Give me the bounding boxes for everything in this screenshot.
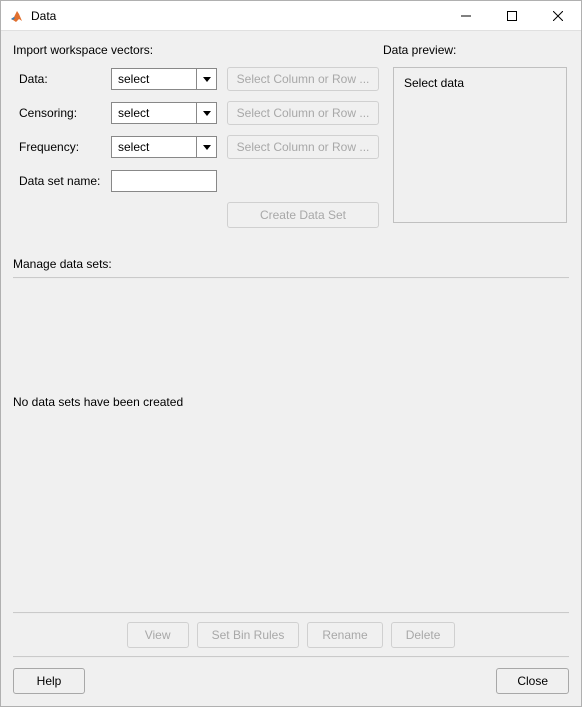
manage-buttons: View Set Bin Rules Rename Delete bbox=[13, 622, 569, 648]
set-bin-rules-button[interactable]: Set Bin Rules bbox=[197, 622, 300, 648]
chevron-down-icon bbox=[196, 137, 216, 157]
frequency-select-column-button[interactable]: Select Column or Row ... bbox=[227, 135, 379, 159]
close-dialog-button[interactable]: Close bbox=[496, 668, 569, 694]
frequency-select[interactable]: select bbox=[111, 136, 217, 158]
window-controls bbox=[443, 1, 581, 30]
datasetname-label: Data set name: bbox=[13, 174, 111, 188]
import-header: Import workspace vectors: bbox=[13, 43, 383, 57]
censoring-select-value: select bbox=[112, 106, 196, 120]
bottom-bar: Help Close bbox=[13, 658, 569, 694]
window-title: Data bbox=[31, 9, 443, 23]
frequency-select-value: select bbox=[112, 140, 196, 154]
divider bbox=[13, 612, 569, 614]
create-data-set-button[interactable]: Create Data Set bbox=[227, 202, 379, 228]
close-button[interactable] bbox=[535, 1, 581, 30]
datasetname-input[interactable] bbox=[111, 170, 217, 192]
minimize-button[interactable] bbox=[443, 1, 489, 30]
censoring-label: Censoring: bbox=[13, 106, 111, 120]
matlab-icon bbox=[9, 8, 25, 24]
chevron-down-icon bbox=[196, 69, 216, 89]
help-button[interactable]: Help bbox=[13, 668, 85, 694]
censoring-select-column-button[interactable]: Select Column or Row ... bbox=[227, 101, 379, 125]
data-select-column-button[interactable]: Select Column or Row ... bbox=[227, 67, 379, 91]
data-window: Data Import workspace vectors: Data prev… bbox=[0, 0, 582, 707]
data-select-value: select bbox=[112, 72, 196, 86]
preview-body-text: Select data bbox=[404, 76, 556, 90]
manage-body: No data sets have been created bbox=[13, 279, 569, 612]
manage-header: Manage data sets: bbox=[13, 257, 569, 271]
rename-button[interactable]: Rename bbox=[307, 622, 382, 648]
content-area: Import workspace vectors: Data preview: … bbox=[1, 31, 581, 706]
data-preview-panel: Select data bbox=[393, 67, 567, 223]
chevron-down-icon bbox=[196, 103, 216, 123]
data-select[interactable]: select bbox=[111, 68, 217, 90]
view-button[interactable]: View bbox=[127, 622, 189, 648]
preview-header: Data preview: bbox=[383, 43, 569, 57]
data-label: Data: bbox=[13, 72, 111, 86]
maximize-button[interactable] bbox=[489, 1, 535, 30]
censoring-select[interactable]: select bbox=[111, 102, 217, 124]
import-form: Data: select Select Column or Row ... Ce… bbox=[13, 67, 383, 237]
delete-button[interactable]: Delete bbox=[391, 622, 456, 648]
no-data-text: No data sets have been created bbox=[13, 395, 183, 409]
titlebar: Data bbox=[1, 1, 581, 31]
frequency-label: Frequency: bbox=[13, 140, 111, 154]
